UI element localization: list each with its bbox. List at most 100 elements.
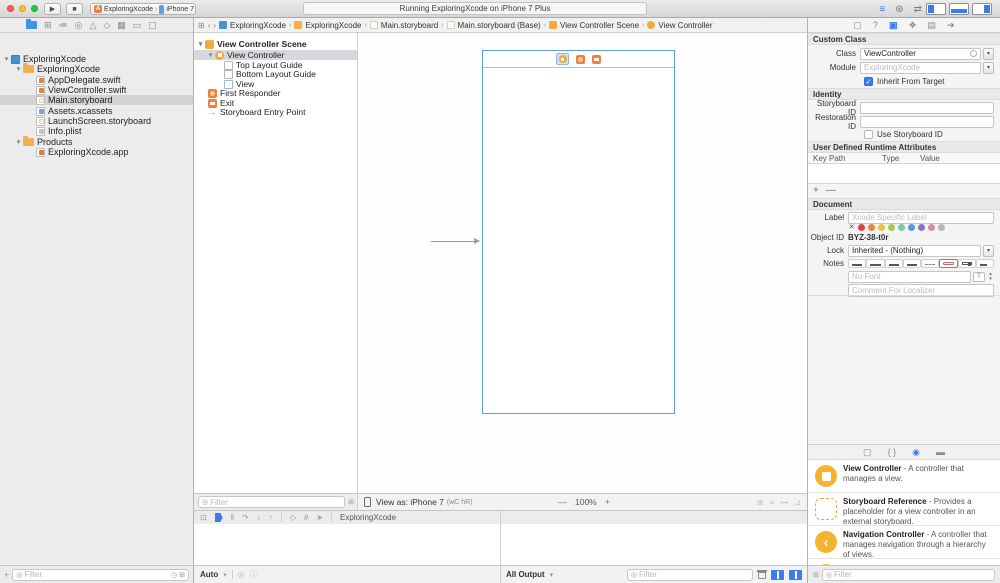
font-field[interactable]: No Font — [848, 271, 971, 283]
pause-icon[interactable]: ‖ — [231, 513, 234, 522]
file-row-group[interactable]: ▾ ExploringXcode — [0, 64, 193, 74]
disclosure-triangle-icon[interactable]: ▾ — [2, 55, 11, 63]
debug-view-hierarchy-icon[interactable]: ◇ — [290, 513, 296, 522]
color-swatch[interactable] — [888, 224, 895, 231]
color-swatch[interactable] — [868, 224, 875, 231]
zoom-level[interactable]: 100% — [575, 497, 597, 507]
file-row-assets[interactable]: Assets.xcassets — [0, 106, 193, 116]
issue-navigator-icon[interactable]: △ — [89, 20, 96, 31]
remove-attribute-button[interactable]: — — [826, 185, 836, 196]
code-snippet-library-icon[interactable]: { } — [888, 447, 897, 457]
scheme-selector[interactable]: A ExploringXcode › iPhone 7 Plus — [90, 3, 196, 15]
disclosure-triangle-icon[interactable]: ▾ — [14, 138, 23, 146]
attributes-inspector-icon[interactable]: ❖ — [908, 20, 916, 31]
outline-row-view-controller[interactable]: ▾ View Controller — [194, 50, 358, 60]
outline-filter-field[interactable]: ◎ — [198, 496, 345, 508]
breakpoints-toggle-icon[interactable] — [215, 513, 223, 522]
minimize-window-button[interactable] — [19, 5, 26, 12]
show-variables-toggle[interactable] — [771, 570, 784, 580]
library-item-storyboard-reference[interactable]: Storyboard Reference - Provides a placeh… — [808, 493, 1000, 526]
notes-style-button[interactable] — [885, 259, 903, 268]
library-filter-input[interactable] — [834, 570, 991, 579]
library-item-view-controller[interactable]: View Controller - A controller that mana… — [808, 460, 1000, 493]
no-color-swatch[interactable]: ✕ — [848, 224, 855, 231]
align-icon[interactable]: ≡ — [770, 498, 775, 507]
breadcrumb-item[interactable]: Main.storyboard — [381, 21, 438, 30]
lock-dropdown-button[interactable]: ▾ — [983, 245, 994, 257]
toggle-debug-area-button[interactable] — [949, 3, 969, 15]
outline-toggle-icon[interactable]: ⊞ — [198, 21, 205, 30]
storyboard-id-field[interactable] — [860, 102, 994, 114]
console-filter-field[interactable]: ◎ — [627, 569, 753, 581]
device-preview-icon[interactable] — [364, 497, 371, 507]
hide-outline-icon[interactable]: ⊞ — [348, 498, 354, 506]
add-attribute-button[interactable]: + — [813, 185, 819, 196]
outline-filter-input[interactable] — [210, 498, 341, 507]
breadcrumb-item[interactable]: Main.storyboard (Base) — [458, 21, 541, 30]
runtime-attributes-table[interactable] — [808, 164, 1000, 184]
storyboard-entry-arrow[interactable] — [431, 241, 475, 242]
class-field[interactable]: ViewController — [860, 48, 981, 60]
color-swatch[interactable] — [928, 224, 935, 231]
step-into-icon[interactable]: ↓ — [257, 513, 261, 522]
variables-scope-select[interactable]: Auto — [200, 570, 218, 579]
scope-dropdown-icon[interactable]: ▾ — [223, 571, 227, 579]
toggle-inspector-button[interactable] — [972, 3, 992, 15]
file-row-main-storyboard[interactable]: Main.storyboard — [0, 95, 193, 105]
inherit-checkbox[interactable]: ✓ — [864, 77, 873, 86]
size-inspector-icon[interactable]: ▤ — [928, 20, 937, 31]
font-picker-button[interactable]: T — [973, 272, 985, 282]
simulate-location-icon[interactable]: ➤ — [316, 513, 323, 522]
notes-style-button[interactable] — [903, 259, 921, 268]
resolve-autolayout-icon[interactable]: ⊿ — [794, 498, 801, 507]
toggle-navigator-button[interactable] — [926, 3, 946, 15]
hide-debug-area-icon[interactable]: ⊡ — [200, 513, 207, 522]
source-control-status-icon[interactable]: ⊞ — [179, 571, 185, 579]
info-icon[interactable]: ⓘ — [250, 569, 258, 580]
show-only-run-icon[interactable]: ◎ — [238, 570, 245, 579]
breadcrumb-item[interactable]: View Controller Scene — [560, 21, 639, 30]
breakpoint-navigator-icon[interactable]: ▭ — [133, 20, 142, 31]
color-swatch[interactable] — [908, 224, 915, 231]
notes-style-button[interactable] — [921, 259, 939, 268]
debug-navigator-icon[interactable]: ▦ — [117, 20, 126, 31]
version-editor-button[interactable]: ⇄ — [914, 4, 922, 15]
recent-files-icon[interactable]: ◷ — [171, 571, 177, 579]
color-swatch[interactable] — [918, 224, 925, 231]
file-row-appdelegate[interactable]: AppDelegate.swift — [0, 75, 193, 85]
navigator-filter-field[interactable]: ◎ ◷ ⊞ — [12, 569, 189, 581]
memory-graph-icon[interactable]: # — [304, 513, 308, 522]
font-size-stepper[interactable]: ▴▾ — [987, 271, 994, 283]
module-dropdown-button[interactable]: ▾ — [983, 62, 994, 74]
file-row-infoplist[interactable]: Info.plist — [0, 126, 193, 136]
class-dropdown-button[interactable]: ▾ — [983, 48, 994, 60]
zoom-out-button[interactable]: — — [558, 497, 567, 507]
source-control-navigator-icon[interactable]: ⊞ — [44, 20, 52, 31]
embed-in-stack-icon[interactable]: ⊞ — [757, 498, 764, 507]
console-view[interactable] — [501, 524, 807, 565]
first-responder-icon[interactable] — [576, 55, 585, 64]
test-navigator-icon[interactable]: ◇ — [103, 20, 110, 31]
use-storyboard-id-checkbox[interactable] — [864, 130, 873, 139]
forward-icon[interactable]: › — [213, 21, 216, 30]
disclosure-triangle-icon[interactable]: ▾ — [14, 65, 23, 73]
run-button[interactable]: ▶ — [44, 3, 61, 15]
scope-dropdown-icon[interactable]: ▾ — [550, 571, 554, 579]
navigator-filter-input[interactable] — [24, 570, 169, 579]
add-file-button[interactable]: + — [4, 570, 9, 580]
breadcrumb-item[interactable]: ExploringXcode — [230, 21, 286, 30]
color-swatch[interactable] — [898, 224, 905, 231]
breadcrumb-item[interactable]: View Controller — [658, 21, 712, 30]
outline-row-first-responder[interactable]: First Responder — [194, 88, 358, 98]
file-inspector-icon[interactable]: ▢ — [853, 20, 862, 31]
variables-view[interactable] — [194, 524, 500, 565]
assistant-editor-button[interactable]: ⊛ — [895, 4, 903, 15]
zoom-in-button[interactable]: + — [605, 497, 610, 507]
symbol-navigator-icon[interactable]: ≔ — [59, 20, 68, 31]
back-icon[interactable]: ‹ — [208, 21, 211, 30]
file-row-products[interactable]: ▾ Products — [0, 137, 193, 147]
file-template-library-icon[interactable]: ▢ — [863, 447, 872, 458]
library-grid-view-icon[interactable]: ⊞ — [813, 571, 819, 579]
notes-style-button[interactable] — [976, 259, 994, 268]
step-over-icon[interactable]: ↷ — [242, 513, 249, 522]
